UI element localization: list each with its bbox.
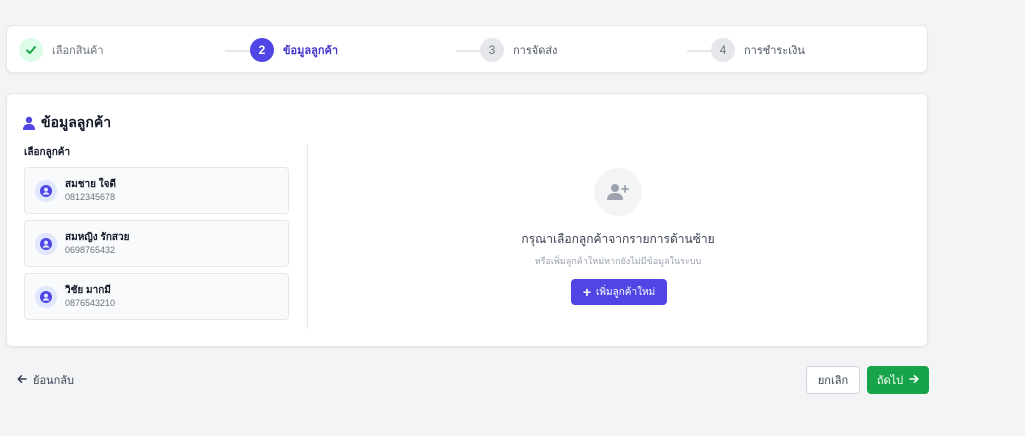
empty-state: กรุณาเลือกลูกค้าจากรายการด้านซ้าย หรือเพ… bbox=[308, 144, 928, 334]
step-shipping[interactable]: 3 การจัดส่ง bbox=[480, 38, 557, 62]
customer-name: สมหญิง รักสวย bbox=[65, 232, 130, 243]
back-button[interactable]: ย้อนกลับ bbox=[17, 371, 74, 389]
customer-avatar-icon bbox=[35, 179, 57, 202]
step-number: 3 bbox=[480, 38, 504, 62]
step-select-product[interactable]: เลือกสินค้า bbox=[19, 38, 104, 62]
customer-list-item[interactable]: วิชัย มากมี 0876543210 bbox=[24, 273, 289, 320]
checkout-stepper: เลือกสินค้า 2 ข้อมูลลูกค้า 3 การจัดส่ง 4… bbox=[6, 25, 928, 73]
cancel-button[interactable]: ยกเลิก bbox=[806, 366, 860, 394]
customer-list-item[interactable]: สมชาย ใจดี 0812345678 bbox=[24, 167, 289, 214]
empty-state-subtitle: หรือเพิ่มลูกค้าใหม่หากยังไม่มีข้อมูลในระ… bbox=[534, 256, 702, 266]
check-icon bbox=[19, 38, 43, 62]
customer-phone: 0812345678 bbox=[65, 192, 116, 202]
step-connector bbox=[687, 50, 713, 52]
step-label: การจัดส่ง bbox=[513, 45, 558, 57]
add-customer-button[interactable]: + เพิ่มลูกค้าใหม่ bbox=[571, 279, 667, 305]
customer-info-card: ข้อมูลลูกค้า เลือกลูกค้า สมชาย ใจดี 0812… bbox=[6, 93, 928, 347]
plus-icon: + bbox=[582, 284, 592, 300]
step-payment[interactable]: 4 การชำระเงิน bbox=[711, 38, 805, 62]
step-label: เลือกสินค้า bbox=[52, 45, 104, 57]
section-title: ข้อมูลลูกค้า bbox=[23, 112, 111, 134]
back-label: ย้อนกลับ bbox=[33, 375, 74, 387]
next-button[interactable]: ถัดไป bbox=[867, 366, 929, 394]
customer-phone: 0698765432 bbox=[65, 245, 116, 255]
customer-name: วิชัย มากมี bbox=[65, 285, 111, 296]
step-connector bbox=[225, 50, 251, 52]
customer-phone: 0876543210 bbox=[65, 298, 116, 308]
add-user-icon bbox=[594, 168, 642, 216]
add-customer-label: เพิ่มลูกค้าใหม่ bbox=[596, 286, 656, 298]
section-title-text: ข้อมูลลูกค้า bbox=[41, 114, 112, 130]
step-number: 2 bbox=[250, 38, 274, 62]
arrow-right-icon bbox=[909, 373, 919, 387]
step-customer-info[interactable]: 2 ข้อมูลลูกค้า bbox=[250, 38, 338, 62]
user-icon bbox=[23, 116, 35, 130]
select-customer-label: เลือกลูกค้า bbox=[24, 147, 71, 158]
arrow-left-icon bbox=[17, 373, 27, 387]
customer-list-item[interactable]: สมหญิง รักสวย 0698765432 bbox=[24, 220, 289, 267]
customer-avatar-icon bbox=[35, 232, 57, 255]
step-label: การชำระเงิน bbox=[744, 45, 805, 57]
customer-name: สมชาย ใจดี bbox=[65, 179, 116, 190]
step-connector bbox=[456, 50, 482, 52]
empty-state-title: กรุณาเลือกลูกค้าจากรายการด้านซ้าย bbox=[521, 232, 715, 246]
step-number: 4 bbox=[711, 38, 735, 62]
next-label: ถัดไป bbox=[876, 375, 904, 387]
step-label: ข้อมูลลูกค้า bbox=[283, 45, 339, 57]
customer-avatar-icon bbox=[35, 285, 57, 308]
customer-list: สมชาย ใจดี 0812345678 สมหญิง รักสวย 0698… bbox=[24, 167, 289, 326]
